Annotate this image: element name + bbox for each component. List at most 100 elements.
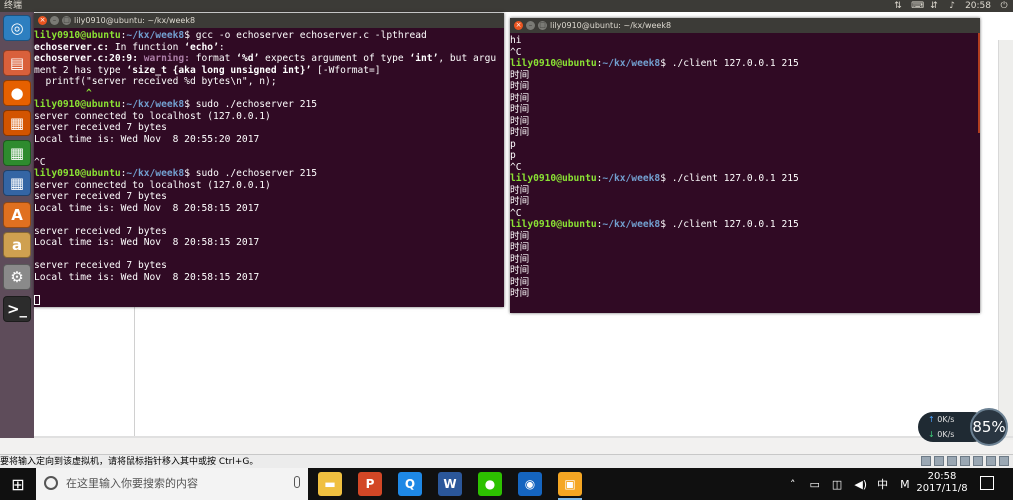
terminal-text: $ ./client 127.0.0.1 215 xyxy=(660,58,799,69)
terminal-text: hi xyxy=(510,35,522,46)
volume-tray-icon[interactable]: ◀) xyxy=(854,478,867,491)
terminal-line: 时间 xyxy=(510,70,980,82)
terminal-text: Local time is: Wed Nov 8 20:58:15 2017 xyxy=(34,237,260,248)
terminal-text: ‘int’ xyxy=(409,53,439,64)
terminal-text: server connected to localhost (127.0.0.1… xyxy=(34,179,271,191)
launcher-libreoffice-writer-icon[interactable]: ▦ xyxy=(3,110,31,136)
device-icon[interactable] xyxy=(999,456,1009,466)
device-icon[interactable] xyxy=(960,456,970,466)
terminal-line: hi xyxy=(510,35,980,47)
terminal-line: 时间 xyxy=(510,265,980,277)
launcher-amazon-icon[interactable]: a xyxy=(3,232,31,258)
terminal-text: lily0910@ubuntu xyxy=(510,219,597,230)
terminal-line: echoserver.c: In function ‘echo’: xyxy=(34,42,504,54)
terminal-line: 时间 xyxy=(510,254,980,266)
minimize-button[interactable]: – xyxy=(50,16,59,25)
device-icon[interactable] xyxy=(947,456,957,466)
power-icon[interactable]: ⏻ xyxy=(999,0,1009,12)
network-speed-widget[interactable]: ↑ 0K/s ↓ 0K/s 85% xyxy=(918,408,1012,446)
microphone-icon[interactable] xyxy=(294,476,300,488)
launcher-firefox-icon[interactable]: ● xyxy=(3,80,31,106)
start-button[interactable]: ⊞ xyxy=(0,468,36,500)
scrollbar[interactable] xyxy=(978,33,980,133)
battery-icon[interactable]: ▭ xyxy=(810,478,820,491)
terminal-output[interactable]: hi ^C lily0910@ubuntu:~/kx/week8$ ./client… xyxy=(510,33,980,300)
maximize-button[interactable]: □ xyxy=(538,21,547,30)
maximize-button[interactable]: □ xyxy=(62,16,71,25)
device-icon[interactable] xyxy=(934,456,944,466)
memory-usage-gauge[interactable]: 85% xyxy=(970,408,1008,446)
terminal-line: 时间 xyxy=(510,93,980,105)
terminal-text: 时间 xyxy=(510,115,530,127)
terminal-line: lily0910@ubuntu:~/kx/week8$ sudo ./echos… xyxy=(34,99,504,111)
taskbar-wechat-icon[interactable]: ● xyxy=(478,472,502,496)
taskbar-qq-browser-icon[interactable]: Q xyxy=(398,472,422,496)
launcher-files-icon[interactable]: ▤ xyxy=(3,50,31,76)
vm-status-bar: 要将输入定向到该虚拟机，请将鼠标指针移入其中或按 Ctrl+G。 xyxy=(0,454,1013,469)
divider xyxy=(34,436,1013,438)
terminal-text: server received 7 bytes xyxy=(34,225,167,237)
taskbar-browser-icon[interactable]: ◉ xyxy=(518,472,542,496)
terminal-line: 时间 xyxy=(510,185,980,197)
chevron-up-icon[interactable]: ˄ xyxy=(790,478,796,491)
terminal-line: Local time is: Wed Nov 8 20:58:15 2017 xyxy=(34,237,504,249)
close-button[interactable]: × xyxy=(38,16,47,25)
taskbar-powerpoint-icon[interactable]: P xyxy=(358,472,382,496)
download-arrow-icon: ↓ xyxy=(928,430,935,439)
launcher-software-center-icon[interactable]: A xyxy=(3,202,31,228)
taskbar-clock[interactable]: 20:58 2017/11/8 xyxy=(916,471,968,495)
device-icon[interactable] xyxy=(973,456,983,466)
close-button[interactable]: × xyxy=(514,21,523,30)
terminal-text: server received 7 bytes xyxy=(34,260,167,271)
search-icon xyxy=(44,476,58,490)
terminal-text: ment 2 has type xyxy=(34,64,127,76)
launcher-libreoffice-impress-icon[interactable]: ▦ xyxy=(3,170,31,196)
divider xyxy=(134,307,135,438)
notification-center-icon[interactable] xyxy=(980,476,994,490)
network-tray-icon[interactable]: ◫ xyxy=(832,478,842,491)
sort-icon[interactable]: ⇅ xyxy=(893,0,903,12)
clock-time: 20:58 xyxy=(927,471,957,482)
input-language[interactable]: 中 xyxy=(877,476,888,492)
search-box[interactable]: 在这里输入你要搜索的内容 xyxy=(36,468,308,500)
terminal-window-right[interactable]: × – □ lily0910@ubuntu: ~/kx/week8 hi ^C li… xyxy=(510,18,980,313)
ime-indicator[interactable]: M xyxy=(900,478,910,491)
device-icon[interactable] xyxy=(921,456,931,466)
terminal-line: Local time is: Wed Nov 8 20:55:20 2017 xyxy=(34,134,504,146)
window-titlebar[interactable]: × – □ lily0910@ubuntu: ~/kx/week8 xyxy=(510,18,980,33)
terminal-line: server received 7 bytes xyxy=(34,226,504,238)
window-title: lily0910@ubuntu: ~/kx/week8 xyxy=(550,21,672,30)
terminal-text: lily0910@ubuntu xyxy=(34,30,121,41)
device-icon[interactable] xyxy=(986,456,996,466)
terminal-window-left[interactable]: × – □ lily0910@ubuntu: ~/kx/week8 lily09… xyxy=(34,13,504,307)
keyboard-icon[interactable]: ⌨ xyxy=(911,0,924,12)
terminal-line: printf("server received %d bytes\n", n); xyxy=(34,76,504,88)
terminal-text: 时间 xyxy=(510,242,530,253)
network-icon[interactable]: ⇵ xyxy=(929,0,939,12)
terminal-text: Local time is: Wed Nov 8 20:58:15 2017 xyxy=(34,271,260,283)
terminal-text: 时间 xyxy=(510,276,530,288)
window-titlebar[interactable]: × – □ lily0910@ubuntu: ~/kx/week8 xyxy=(34,13,504,28)
top-clock[interactable]: 20:58 xyxy=(965,0,991,12)
terminal-text: lily0910@ubuntu xyxy=(34,99,121,110)
launcher-terminal-icon[interactable]: >_ xyxy=(3,296,31,322)
taskbar-vmware-icon[interactable]: ▣ xyxy=(558,472,582,500)
volume-icon[interactable]: ♪ xyxy=(947,0,957,12)
terminal-text: ~/kx/week8 xyxy=(126,168,185,179)
terminal-text: ~/kx/week8 xyxy=(602,173,661,184)
terminal-output[interactable]: lily0910@ubuntu:~/kx/week8$ gcc -o echos… xyxy=(34,28,504,306)
terminal-text: , but argu xyxy=(438,53,497,64)
terminal-text: p xyxy=(510,138,516,150)
launcher-libreoffice-calc-icon[interactable]: ▦ xyxy=(3,140,31,166)
launcher-ubuntu-dash-icon[interactable]: ◎ xyxy=(3,15,31,41)
terminal-text: ^C xyxy=(510,161,522,173)
terminal-line: 时间 xyxy=(510,116,980,128)
taskbar-word-icon[interactable]: W xyxy=(438,472,462,496)
terminal-line: p xyxy=(510,139,980,151)
taskbar-file-explorer-icon[interactable]: ▬ xyxy=(318,472,342,496)
terminal-text: ~/kx/week8 xyxy=(602,219,661,230)
minimize-button[interactable]: – xyxy=(526,21,535,30)
launcher-system-settings-icon[interactable]: ⚙ xyxy=(3,264,31,290)
